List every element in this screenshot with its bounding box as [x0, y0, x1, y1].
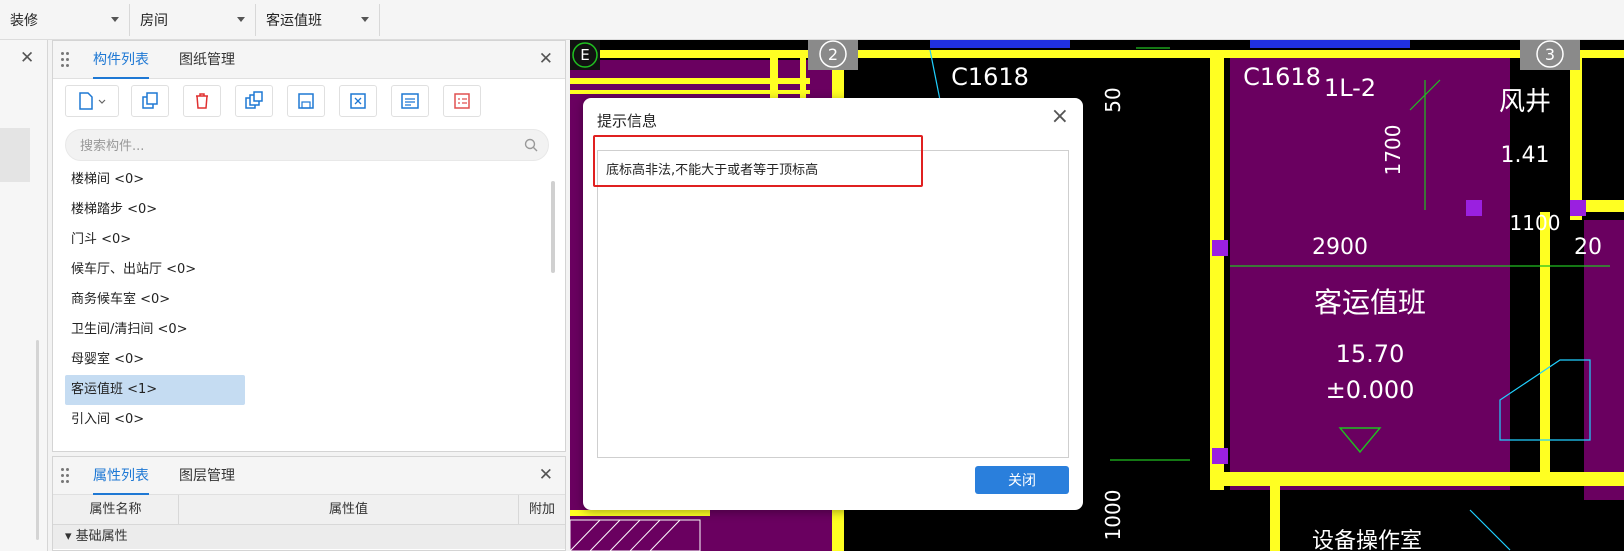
extract-button[interactable]: [339, 85, 377, 117]
window-label: C1618: [951, 63, 1029, 91]
dialog-title: 提示信息: [597, 112, 658, 130]
property-panel: 属性列表 图层管理 ✕ 属性名称 属性值 附加 ▾ 基础属性: [52, 456, 566, 551]
component-list-panel: 构件列表 图纸管理 ✕ 搜索构件... 楼梯间 <0> 楼梯踏步 <0> 门斗 …: [52, 40, 566, 452]
list-item[interactable]: 母婴室 <0>: [65, 345, 545, 375]
tab-property-list[interactable]: 属性列表: [93, 457, 149, 495]
close-button[interactable]: 关闭: [975, 466, 1069, 494]
table-icon: [454, 93, 470, 109]
close-icon[interactable]: ×: [1051, 104, 1069, 129]
chevron-down-icon: [111, 17, 119, 22]
dimension-label: 50: [1101, 87, 1125, 112]
copy-to-floor-button[interactable]: [235, 85, 273, 117]
property-group-row[interactable]: ▾ 基础属性: [53, 525, 565, 549]
dimension-label: 1700: [1381, 125, 1405, 176]
dimension-label: 1100: [1510, 211, 1561, 235]
axis-marker-e: E: [570, 40, 600, 70]
list-item[interactable]: 引入间 <0>: [65, 405, 545, 435]
properties-button[interactable]: [391, 85, 429, 117]
table-button[interactable]: [443, 85, 481, 117]
extract-icon: [350, 93, 366, 109]
list-item[interactable]: 门斗 <0>: [65, 225, 545, 255]
drag-handle-icon[interactable]: [61, 52, 71, 68]
chevron-down-icon: [361, 17, 369, 22]
list-icon: [401, 93, 419, 109]
axis-marker-3: 3: [1520, 40, 1580, 70]
search-input[interactable]: [80, 136, 500, 156]
axis-label: 2: [828, 45, 838, 64]
scrollbar[interactable]: [36, 340, 39, 540]
axis-label: 3: [1545, 45, 1555, 64]
search-icon[interactable]: [524, 138, 538, 152]
dimension-label: 1000: [1101, 490, 1125, 541]
axis-label: E: [580, 46, 589, 64]
close-icon[interactable]: ✕: [20, 48, 34, 68]
collapse-icon[interactable]: ▾: [65, 529, 76, 544]
drag-handle-icon[interactable]: [61, 468, 71, 484]
close-icon[interactable]: ✕: [539, 49, 553, 69]
room-area-label: 15.70: [1336, 340, 1405, 368]
save-icon: [298, 93, 314, 109]
property-table-header: 属性名称 属性值 附加: [53, 495, 565, 525]
component-search: [65, 129, 549, 161]
error-highlight-box: [593, 135, 923, 187]
group-label: 基础属性: [75, 529, 128, 544]
list-item[interactable]: 商务候车室 <0>: [65, 285, 545, 315]
list-item[interactable]: 楼梯间 <0>: [65, 165, 545, 195]
list-item[interactable]: 卫生间/清扫间 <0>: [65, 315, 545, 345]
dropdown-label: 客运值班: [266, 13, 322, 29]
dropdown-label: 装修: [10, 13, 38, 29]
tab-layer-management[interactable]: 图层管理: [179, 457, 235, 495]
panel-header: 属性列表 图层管理 ✕: [53, 457, 565, 495]
dropdown-decoration[interactable]: 装修: [0, 4, 130, 36]
prompt-dialog: 提示信息 × 底标高非法,不能大于或者等于顶标高 关闭: [583, 98, 1083, 510]
dialog-message-box[interactable]: 底标高非法,不能大于或者等于顶标高: [593, 135, 1069, 458]
room-fill: [1230, 50, 1510, 490]
component-list: 楼梯间 <0> 楼梯踏步 <0> 门斗 <0> 候车厅、出站厅 <0> 商务候车…: [65, 165, 545, 435]
dimension-label: 2900: [1312, 235, 1368, 260]
delete-button[interactable]: [183, 85, 221, 117]
chevron-down-icon: [237, 17, 245, 22]
dropdown-room-name[interactable]: 客运值班: [256, 4, 380, 36]
room-name-label: 设备操作室: [1312, 529, 1422, 551]
new-component-button[interactable]: [65, 85, 119, 117]
app-window: 装修 房间 客运值班 ✕ 构件列表 图纸管理 ✕ 搜索构件... 楼梯间 <0>…: [0, 0, 1624, 551]
layers-copy-icon: [245, 91, 263, 109]
copy-button[interactable]: [131, 85, 169, 117]
tab-component-list[interactable]: 构件列表: [93, 41, 149, 79]
copy-icon: [142, 92, 158, 109]
scrollbar[interactable]: [551, 181, 555, 273]
list-item[interactable]: 候车厅、出站厅 <0>: [65, 255, 545, 285]
top-toolbar: 装修 房间 客运值班: [0, 0, 1624, 40]
window-band: [1250, 40, 1410, 48]
list-item[interactable]: 楼梯踏步 <0>: [65, 195, 545, 225]
window-label: C1618: [1243, 63, 1321, 91]
room-name-label: 客运值班: [1314, 286, 1426, 319]
dropdown-label: 房间: [140, 13, 168, 29]
list-item-selected[interactable]: 客运值班 <1>: [65, 375, 245, 405]
trash-icon: [196, 93, 208, 109]
tab-drawing-management[interactable]: 图纸管理: [179, 41, 235, 79]
close-icon[interactable]: ✕: [539, 465, 553, 485]
selected-row[interactable]: [0, 128, 30, 182]
shaft-label: 风井: [1499, 87, 1551, 117]
room-elevation-label: ±0.000: [1326, 376, 1415, 404]
new-file-icon: [79, 92, 106, 110]
beam-label: 1L-2: [1324, 74, 1376, 102]
panel-header: 构件列表 图纸管理 ✕: [53, 41, 565, 79]
column-header: 属性名称: [53, 495, 179, 525]
axis-marker-2: 2: [808, 40, 858, 70]
column-header: 附加: [528, 502, 555, 517]
shaft-area-label: 1.41: [1501, 143, 1550, 168]
column-header: 属性值: [179, 495, 519, 525]
dropdown-room[interactable]: 房间: [130, 4, 256, 36]
left-side-panel: ✕: [0, 40, 48, 551]
save-template-button[interactable]: [287, 85, 325, 117]
dimension-label: 20: [1574, 235, 1602, 260]
window-band: [930, 40, 1070, 48]
